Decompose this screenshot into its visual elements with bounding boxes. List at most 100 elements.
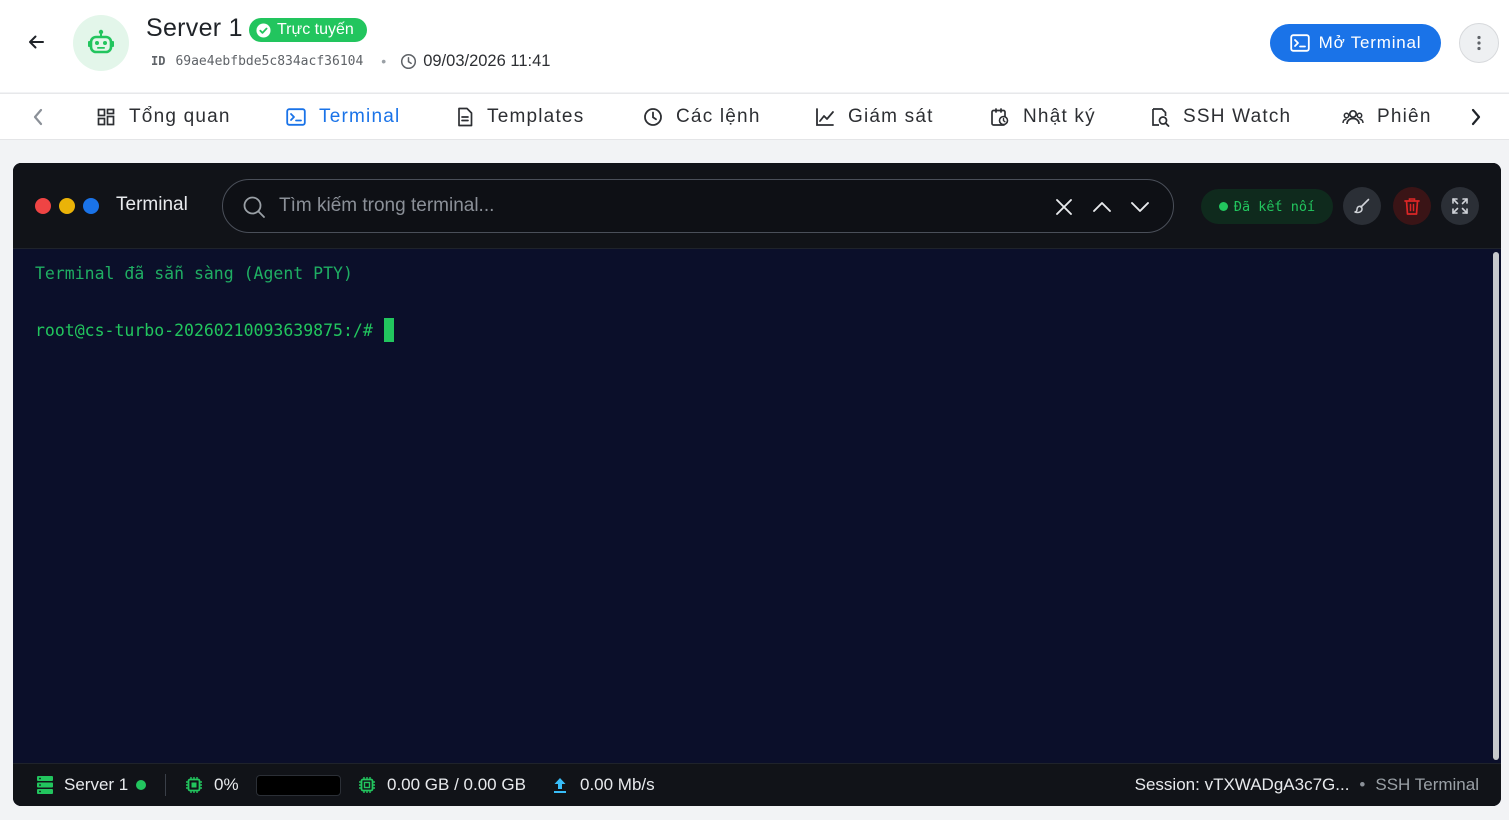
tab-label: Các lệnh — [676, 106, 761, 127]
session-type: SSH Terminal — [1375, 775, 1479, 794]
terminal-toolbar: Terminal Đã kết nối — [13, 163, 1501, 249]
robot-icon — [88, 29, 114, 54]
server-id: 69ae4ebfbde5c834acf36104 — [175, 53, 364, 69]
window-dot-yellow — [59, 198, 75, 214]
page-header: Server 1 Trực tuyến ID 69ae4ebfbde5c834a… — [0, 0, 1509, 92]
session-id: Session: vTXWADgA3c7G... — [1134, 775, 1350, 794]
open-terminal-button[interactable]: Mở Terminal — [1270, 24, 1441, 62]
terminal-panel: Terminal Đã kết nối — [13, 163, 1501, 806]
id-label: ID — [151, 54, 166, 68]
chevron-left-icon — [33, 108, 43, 126]
server-icon — [37, 776, 53, 794]
status-memory: 0.00 GB / 0.00 GB — [358, 764, 526, 806]
status-text: Trực tuyến — [277, 21, 354, 38]
more-options-button[interactable] — [1459, 23, 1499, 63]
chart-line-icon — [816, 108, 834, 126]
close-icon — [1056, 199, 1072, 215]
cpu-icon — [186, 777, 202, 793]
session-separator: • — [1359, 775, 1366, 794]
tab-label: SSH Watch — [1183, 106, 1292, 127]
more-vertical-icon — [1477, 35, 1481, 51]
clock-icon — [644, 108, 662, 126]
tab-terminal[interactable]: Terminal — [286, 94, 400, 140]
status-network: 0.00 Mb/s — [553, 764, 655, 806]
memory-chip-icon — [359, 777, 375, 793]
users-icon — [1342, 109, 1364, 125]
tab-label: Terminal — [319, 106, 401, 127]
connection-status-text: Đã kết nối — [1233, 198, 1316, 215]
check-circle-icon — [256, 22, 271, 38]
delete-session-button[interactable] — [1393, 187, 1431, 225]
fullscreen-button[interactable] — [1441, 187, 1479, 225]
open-terminal-label: Mở Terminal — [1318, 33, 1422, 52]
scrollbar-thumb[interactable] — [1493, 252, 1499, 760]
terminal-search — [222, 179, 1174, 233]
meta-separator: • — [381, 53, 387, 69]
chevron-right-icon — [1471, 108, 1481, 126]
terminal-prompt: root@cs-turbo-20260210093639875:/# — [35, 320, 373, 340]
tab-label: Giám sát — [848, 106, 934, 127]
search-next-button[interactable] — [1127, 194, 1153, 220]
tabs-scroll-right-button[interactable] — [1463, 104, 1489, 130]
network-speed: 0.00 Mb/s — [580, 775, 655, 794]
last-seen-timestamp: 09/03/2026 11:41 — [423, 51, 551, 70]
clear-terminal-button[interactable] — [1343, 187, 1381, 225]
trash-icon — [1404, 198, 1420, 215]
tab-logs[interactable]: Nhật ký — [990, 94, 1096, 140]
tab-label: Phiên — [1377, 106, 1432, 127]
tab-commands[interactable]: Các lệnh — [643, 94, 761, 140]
tab-label: Templates — [487, 106, 585, 127]
terminal-prompt-line: root@cs-turbo-20260210093639875:/# — [35, 318, 394, 342]
upload-arrow-icon — [554, 778, 566, 793]
server-avatar — [73, 15, 129, 71]
server-meta: ID 69ae4ebfbde5c834acf36104 • 09/03/2026… — [151, 50, 550, 72]
clock-icon — [401, 53, 417, 69]
brush-icon — [1354, 198, 1370, 214]
tab-label: Nhật ký — [1023, 106, 1096, 127]
window-dot-red — [35, 198, 51, 214]
status-server-name: Server 1 — [64, 775, 129, 794]
document-icon — [458, 107, 473, 127]
memory-usage: 0.00 GB / 0.00 GB — [387, 775, 526, 794]
terminal-ready-line: Terminal đã sẵn sàng (Agent PTY) — [35, 264, 353, 283]
arrow-left-icon — [29, 35, 44, 49]
page-title: Server 1 — [146, 14, 243, 42]
connected-dot — [1218, 202, 1228, 211]
status-badge: Trực tuyến — [249, 18, 367, 42]
back-button[interactable] — [22, 28, 50, 56]
search-previous-button[interactable] — [1089, 194, 1115, 220]
tab-templates[interactable]: Templates — [456, 94, 584, 140]
terminal-icon — [286, 108, 306, 126]
tab-monitoring[interactable]: Giám sát — [815, 94, 934, 140]
log-icon — [991, 108, 1009, 126]
terminal-scrollbar[interactable] — [1491, 250, 1501, 762]
terminal-output[interactable]: Terminal đã sẵn sàng (Agent PTY) root@cs… — [13, 250, 1491, 762]
tab-bar: Tổng quan Terminal Templates Các lệnh Gi… — [0, 93, 1509, 140]
terminal-title: Terminal — [116, 194, 188, 215]
terminal-search-input[interactable] — [279, 192, 1039, 220]
terminal-icon — [1289, 34, 1310, 52]
status-cpu: 0% — [185, 764, 239, 806]
tabs-scroll-left-button[interactable] — [25, 104, 51, 130]
clear-search-button[interactable] — [1051, 194, 1077, 220]
window-dot-blue — [83, 198, 99, 214]
connection-status-badge: Đã kết nối — [1201, 189, 1333, 224]
server-online-dot — [136, 780, 147, 790]
tab-sessions[interactable]: Phiên — [1342, 94, 1432, 140]
terminal-cursor — [383, 318, 394, 342]
status-divider — [165, 774, 166, 796]
cpu-usage-bar — [256, 775, 341, 796]
chevron-down-icon — [1131, 202, 1149, 212]
cpu-percent: 0% — [214, 775, 239, 794]
status-server: Server 1 — [36, 764, 147, 806]
expand-icon — [1452, 198, 1468, 214]
tab-label: Tổng quan — [129, 106, 231, 127]
tab-overview[interactable]: Tổng quan — [96, 94, 231, 140]
tab-ssh-watch[interactable]: SSH Watch — [1150, 94, 1291, 140]
terminal-status-bar: Server 1 0% 0.00 GB / 0.00 GB 0.00 Mb/s … — [13, 763, 1501, 806]
status-session: Session: vTXWADgA3c7G... • SSH Terminal — [1135, 764, 1479, 806]
grid-icon — [97, 108, 115, 126]
search-icon — [243, 196, 265, 218]
chevron-up-icon — [1093, 202, 1111, 212]
ssh-watch-icon — [1152, 108, 1170, 127]
